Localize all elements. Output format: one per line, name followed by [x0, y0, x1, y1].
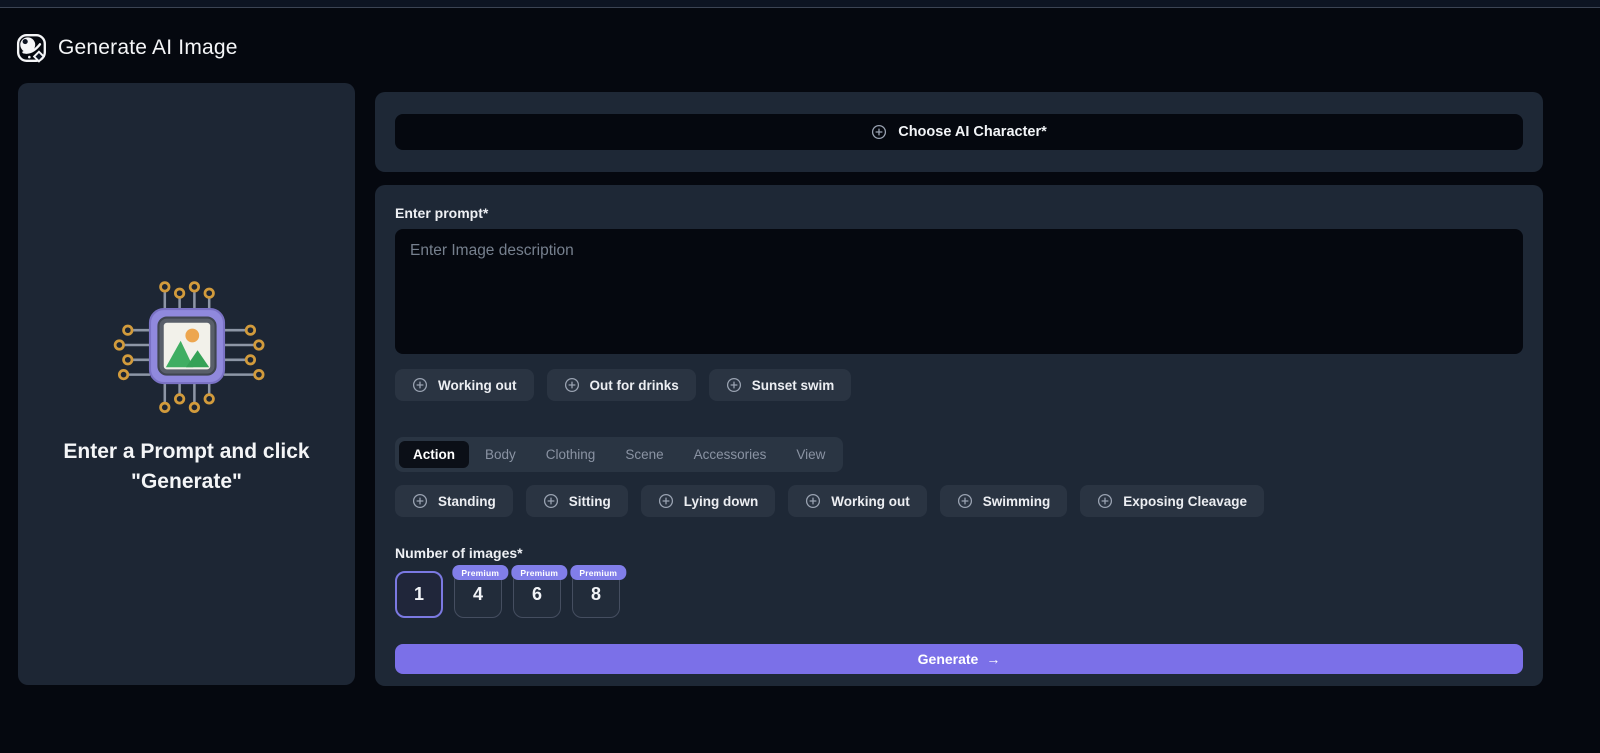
plus-circle-icon	[726, 377, 741, 393]
image-count-value: 1	[413, 584, 424, 604]
chip-label: Working out	[438, 377, 517, 393]
plus-circle-icon	[412, 377, 428, 393]
plus-circle-icon	[957, 493, 972, 509]
prompt-input[interactable]	[395, 229, 1523, 354]
tab-clothing[interactable]: Clothing	[532, 441, 610, 468]
preview-placeholder-panel: Enter a Prompt and click "Generate"	[18, 83, 355, 685]
tab-body[interactable]: Body	[471, 441, 530, 468]
prompt-form-panel: Enter prompt* Working out Out for drinks…	[375, 185, 1543, 686]
tab-accessories[interactable]: Accessories	[680, 441, 781, 468]
tab-view[interactable]: View	[782, 441, 839, 468]
action-chip-standing[interactable]: Standing	[395, 485, 513, 517]
plus-circle-icon	[543, 493, 558, 509]
chip-label: Sunset swim	[751, 377, 835, 393]
arrow-right-icon: →	[986, 651, 1001, 667]
premium-badge: Premium	[452, 565, 509, 580]
number-of-images-label: Number of images*	[395, 545, 523, 561]
premium-badge: Premium	[570, 565, 627, 580]
choose-character-label: Choose AI Character*	[898, 124, 1047, 140]
page-title: Generate AI Image	[58, 36, 238, 59]
action-chip-working-out[interactable]: Working out	[788, 485, 927, 517]
category-tabs: Action Body Clothing Scene Accessories V…	[395, 437, 844, 472]
plus-circle-icon	[658, 493, 673, 509]
placeholder-message: Enter a Prompt and click "Generate"	[63, 439, 310, 493]
chip-label: Out for drinks	[589, 377, 679, 393]
action-chip-swimming[interactable]: Swimming	[939, 485, 1068, 517]
image-count-options: 1 Premium 4 Premium 6 Premium 8	[395, 565, 1523, 618]
plus-circle-icon	[872, 124, 887, 140]
plus-circle-icon	[564, 377, 579, 393]
chip-label: Sitting	[568, 493, 611, 509]
image-count-option-8[interactable]: Premium 8	[570, 565, 627, 618]
chip-label: Swimming	[982, 493, 1051, 509]
character-panel: Choose AI Character*	[375, 92, 1543, 172]
app-header: Generate AI Image	[16, 32, 238, 64]
tab-action[interactable]: Action	[399, 441, 469, 468]
suggestion-chip-working-out[interactable]: Working out	[395, 369, 534, 401]
image-count-option-1[interactable]: 1	[395, 571, 443, 618]
top-divider	[0, 0, 1600, 8]
chip-label: Standing	[438, 493, 496, 509]
image-count-value: 6	[531, 584, 542, 604]
image-count-option-6[interactable]: Premium 6	[511, 565, 568, 618]
app-logo-icon	[16, 34, 46, 63]
prompt-label: Enter prompt*	[395, 205, 489, 221]
action-chip-exposing-cleavage[interactable]: Exposing Cleavage	[1080, 485, 1265, 517]
generate-button[interactable]: Generate →	[395, 644, 1523, 674]
action-chip-sitting[interactable]: Sitting	[525, 485, 628, 517]
image-count-value: 4	[472, 584, 483, 604]
suggestion-chip-sunset-swim[interactable]: Sunset swim	[708, 369, 852, 401]
action-chip-row: Standing Sitting Lying down Working out …	[395, 485, 1523, 517]
generate-label: Generate	[917, 651, 979, 667]
image-count-value: 8	[590, 584, 601, 604]
suggestion-chip-row: Working out Out for drinks Sunset swim	[395, 369, 1523, 401]
tab-scene[interactable]: Scene	[611, 441, 677, 468]
chip-label: Working out	[831, 493, 910, 509]
plus-circle-icon	[412, 493, 428, 509]
chip-label: Lying down	[683, 493, 759, 509]
chip-image-illustration-icon	[113, 280, 264, 413]
plus-circle-icon	[1098, 493, 1113, 509]
image-count-option-4[interactable]: Premium 4	[452, 565, 509, 618]
plus-circle-icon	[806, 493, 821, 509]
chip-label: Exposing Cleavage	[1123, 493, 1248, 509]
premium-badge: Premium	[511, 565, 568, 580]
action-chip-lying-down[interactable]: Lying down	[640, 485, 776, 517]
suggestion-chip-out-for-drinks[interactable]: Out for drinks	[546, 369, 696, 401]
choose-character-button[interactable]: Choose AI Character*	[395, 114, 1523, 150]
